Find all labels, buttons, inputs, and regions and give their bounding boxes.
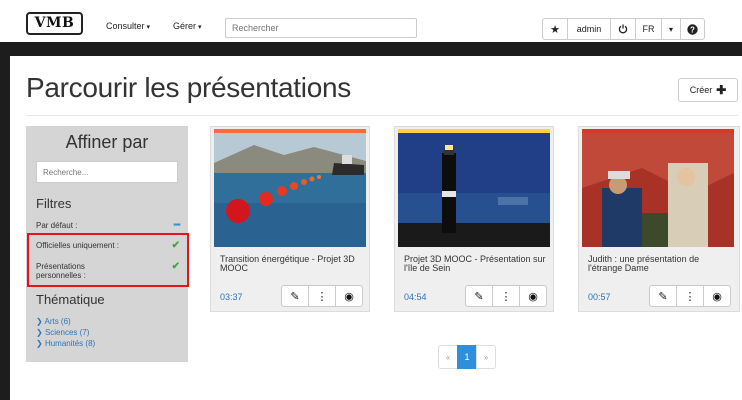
theme-label: Humanités (8) [44,339,96,348]
chevron-down-icon: ❯ [36,328,43,337]
pagination-page[interactable]: 1 [457,345,477,369]
card-title[interactable]: Projet 3D MOOC - Présentation sur l'île … [404,255,550,273]
pencil-icon: ✎ [290,290,300,303]
sidebar-search-input[interactable] [36,161,178,183]
pagination-next[interactable]: » [476,345,496,369]
language-dropdown-toggle[interactable]: ▾ [661,18,681,40]
minus-icon: ━ [173,220,180,231]
help-icon: ? [687,23,698,35]
card-title[interactable]: Judith : une présentation de l'étrange D… [588,255,734,273]
manage-menu[interactable]: Gérer ▾ [173,21,202,31]
vertical-ellipsis-icon: ⋮ [684,290,696,303]
card-duration: 00:57 [588,292,611,302]
more-options-button[interactable]: ⋮ [492,285,520,307]
filter-highlight-box [27,233,189,287]
card-actions: ✎ ⋮ ◉ [465,285,547,307]
user-label: admin [576,24,602,34]
theme-item-arts[interactable]: ❯ Arts (6) [36,317,71,326]
presentation-thumbnail[interactable] [582,133,734,247]
vertical-ellipsis-icon: ⋮ [316,290,328,303]
help-button[interactable]: ? [680,18,705,40]
eye-icon: ◉ [712,290,722,303]
window-frame-top [0,42,742,56]
edit-button[interactable]: ✎ [281,285,309,307]
global-search-input[interactable] [225,18,417,38]
top-navbar: VMB Consulter▾ Gérer▾ ★ admin FR ▾ ? [0,0,742,42]
presentation-thumbnail[interactable] [214,133,366,247]
edit-button[interactable]: ✎ [465,285,493,307]
create-button[interactable]: Créer ✚ [678,78,738,102]
sidebar-title: Affiner par [65,132,149,152]
user-toolbar: ★ admin FR ▾ ? [542,18,705,40]
svg-text:?: ? [690,25,695,34]
window-frame-left [0,42,10,400]
eye-icon: ◉ [528,290,538,303]
view-button[interactable]: ◉ [335,285,363,307]
pencil-icon: ✎ [474,290,484,303]
language-button[interactable]: FR [635,18,662,40]
card-actions: ✎ ⋮ ◉ [281,285,363,307]
create-button-label: Créer [689,85,713,95]
presentation-card[interactable]: Projet 3D MOOC - Présentation sur l'île … [394,126,554,312]
title-divider [26,115,738,116]
theme-label: Arts (6) [44,317,71,326]
edit-button[interactable]: ✎ [649,285,677,307]
vertical-ellipsis-icon: ⋮ [500,290,512,303]
logout-button[interactable] [610,18,636,40]
chevron-down-icon: ❯ [36,317,43,326]
theme-item-humanities[interactable]: ❯ Humanités (8) [36,339,95,348]
card-actions: ✎ ⋮ ◉ [649,285,731,307]
card-duration: 03:37 [220,292,243,302]
filter-default[interactable]: Par défaut : ━ [36,220,180,231]
view-button[interactable]: ◉ [519,285,547,307]
chevron-down-icon: ▾ [146,24,151,31]
card-title[interactable]: Transition énergétique - Projet 3D MOOC [220,255,366,273]
theme-label: Sciences (7) [44,328,90,337]
manage-menu-label: Gérer [173,21,197,31]
pagination-prev[interactable]: « [438,345,458,369]
filter-label: Par défaut : [36,221,78,230]
theme-item-sciences[interactable]: ❯ Sciences (7) [36,328,89,337]
star-icon: ★ [550,23,560,36]
power-icon [618,24,628,34]
filters-heading: Filtres [36,196,72,211]
chevron-down-icon: ❯ [36,339,43,348]
user-button[interactable]: admin [567,18,611,40]
pencil-icon: ✎ [658,290,668,303]
vmb-logo[interactable]: VMB [26,12,83,35]
consult-menu[interactable]: Consulter ▾ [106,21,150,31]
consult-menu-label: Consulter [106,21,145,31]
presentation-card[interactable]: Judith : une présentation de l'étrange D… [578,126,740,312]
card-duration: 04:54 [404,292,427,302]
language-label: FR [642,24,655,34]
more-options-button[interactable]: ⋮ [676,285,704,307]
presentation-thumbnail[interactable] [398,133,550,247]
eye-icon: ◉ [344,290,354,303]
presentation-card[interactable]: Transition énergétique - Projet 3D MOOC … [210,126,370,312]
themes-heading: Thématique [36,292,105,307]
favorites-button[interactable]: ★ [542,18,568,40]
chevron-down-icon: ▾ [668,24,673,34]
view-button[interactable]: ◉ [703,285,731,307]
plus-icon: ✚ [716,83,727,97]
more-options-button[interactable]: ⋮ [308,285,336,307]
pagination: « 1 » [438,345,496,369]
chevron-down-icon: ▾ [198,24,202,31]
page-title: Parcourir les présentations [26,72,351,103]
